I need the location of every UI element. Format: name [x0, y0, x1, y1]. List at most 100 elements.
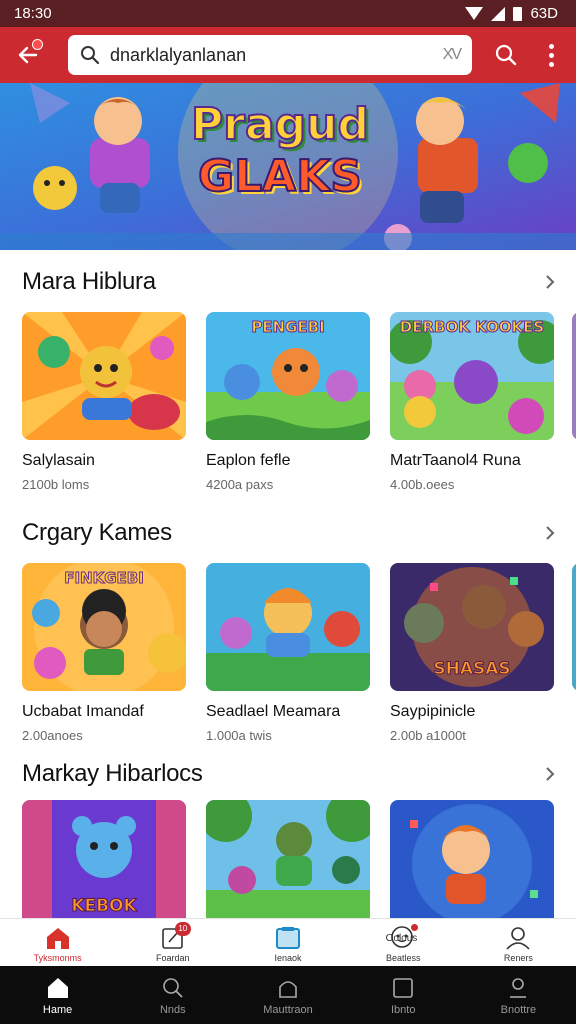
game-section: Mara Hiblura Salylasain 2100b loms PENGE…: [0, 262, 576, 502]
chevron-right-icon[interactable]: [540, 523, 560, 543]
sysnav-person[interactable]: Bnottre: [461, 966, 576, 1024]
game-thumbnail-caption: KEBOK: [71, 896, 137, 917]
nav-label: Tyksmonms: [33, 953, 82, 963]
status-icons: 63D: [465, 5, 558, 22]
game-subtitle: 2.00b a1000t: [390, 728, 466, 743]
section-title: Mara Hiblura: [22, 268, 156, 295]
game-thumbnail[interactable]: KEBOK: [22, 800, 186, 918]
search-icon: [495, 44, 517, 66]
search-button[interactable]: [490, 39, 522, 71]
game-thumbnail[interactable]: PENGEBI: [206, 312, 370, 440]
game-thumbnail-caption: DERBOK KOOKES: [399, 318, 545, 336]
game-carousel[interactable]: FINKGEBI Ucbabat Imandaf 2.00anoes Seadl…: [0, 563, 576, 753]
wifi-icon: [465, 7, 484, 20]
game-section: Markay Hibarlocs KEBOK: [0, 754, 576, 918]
nav-label: Reners: [503, 953, 533, 963]
game-section: Crgary Kames FINKGEBI Ucbabat Imandaf 2.…: [0, 513, 576, 753]
search-bar[interactable]: dnarklalyanlanan XV: [68, 35, 472, 75]
game-subtitle: 2100b loms: [22, 477, 90, 492]
next-card-peek[interactable]: [572, 563, 576, 691]
nav-home[interactable]: Tyksmonms: [0, 919, 115, 966]
person-icon: [505, 976, 531, 1000]
game-title: Saypipinicle: [390, 703, 476, 720]
shape-icon: [275, 976, 301, 1000]
game-title: MatrTaanol4 Runa: [390, 452, 521, 469]
game-carousel[interactable]: Salylasain 2100b loms PENGEBI Eaplon fef…: [0, 312, 576, 502]
tablet-icon: [274, 925, 302, 951]
notification-dot: [32, 39, 43, 50]
home-icon: [44, 925, 72, 951]
search-input[interactable]: dnarklalyanlanan: [110, 45, 443, 66]
game-card[interactable]: KEBOK: [22, 800, 186, 918]
more-options-button[interactable]: [538, 39, 564, 71]
game-card[interactable]: [390, 800, 554, 918]
sysnav-shape[interactable]: Mauttraon: [230, 966, 345, 1024]
game-card[interactable]: Salylasain 2100b loms: [22, 312, 186, 492]
game-thumbnail[interactable]: FINKGEBI: [22, 563, 186, 691]
signal-icon: [491, 6, 506, 21]
game-thumbnail[interactable]: SHASAS: [390, 563, 554, 691]
chevron-right-icon[interactable]: [540, 272, 560, 292]
sysnav-label: Hame: [42, 1004, 73, 1016]
section-header[interactable]: Mara Hiblura: [0, 262, 576, 302]
sysnav-square[interactable]: Ibnto: [346, 966, 461, 1024]
battery-text: 63D: [530, 5, 558, 22]
game-subtitle: 2.00anoes: [22, 728, 83, 743]
chevron-right-icon[interactable]: [540, 764, 560, 784]
section-title: Markay Hibarlocs: [22, 760, 203, 787]
square-icon: [390, 976, 416, 1000]
game-card[interactable]: SHASAS Saypipinicle 2.00b a1000t: [390, 563, 554, 743]
game-thumbnail-caption: SHASAS: [433, 659, 511, 680]
nav-badge: 10: [174, 922, 191, 936]
system-navigation: Hame Nnds Mauttraon Ibnto Bnottre: [0, 966, 576, 1024]
search-icon: [160, 976, 186, 1000]
nav-profile[interactable]: Reners: [461, 919, 576, 966]
game-title: Seadlael Meamara: [206, 703, 341, 720]
game-card[interactable]: DERBOK KOOKES MatrTaanol4 Runa 4.00b.oee…: [390, 312, 554, 492]
nav-label: Beatless: [385, 953, 421, 963]
more-dot-icon: [548, 61, 554, 67]
game-card[interactable]: FINKGEBI Ucbabat Imandaf 2.00anoes: [22, 563, 186, 743]
game-title: Eaplon fefle: [206, 452, 291, 469]
profile-icon: [504, 925, 532, 951]
promo-banner[interactable]: Pragud GLAKS: [0, 83, 576, 250]
banner-title: Pragud GLAKS: [170, 102, 390, 200]
clear-search-button[interactable]: XV: [443, 46, 462, 64]
sysnav-home[interactable]: Hame: [0, 966, 115, 1024]
game-subtitle: 4.00b.oees: [390, 477, 455, 492]
game-thumbnail[interactable]: DERBOK KOOKES: [390, 312, 554, 440]
nav-label: Foardan: [156, 953, 190, 963]
game-title: Salylasain: [22, 452, 95, 469]
sysnav-label: Nnds: [159, 1004, 186, 1016]
game-thumbnail[interactable]: [206, 563, 370, 691]
game-card[interactable]: [206, 800, 370, 918]
next-card-peek[interactable]: [572, 312, 576, 440]
section-header[interactable]: Crgary Kames: [0, 513, 576, 553]
game-thumbnail[interactable]: [22, 312, 186, 440]
nav-chat[interactable]: Beatless Oolous: [346, 919, 461, 966]
section-header[interactable]: Markay Hibarlocs: [0, 754, 576, 794]
game-thumbnail[interactable]: [390, 800, 554, 918]
status-bar: 18:30 63D: [0, 0, 576, 27]
nav-edit[interactable]: 10 Foardan: [115, 919, 230, 966]
game-thumbnail-caption: PENGEBI: [251, 318, 325, 336]
game-thumbnail-caption: FINKGEBI: [64, 569, 145, 587]
search-icon: [81, 46, 100, 65]
game-card[interactable]: PENGEBI Eaplon fefle 4200a paxs: [206, 312, 370, 492]
game-thumbnail[interactable]: [206, 800, 370, 918]
nav-tablet[interactable]: Ienaok: [230, 919, 345, 966]
game-carousel[interactable]: KEBOK: [0, 800, 576, 918]
nav-extra-label: Oolous: [385, 933, 418, 944]
sysnav-label: Bnottre: [500, 1004, 537, 1016]
status-time: 18:30: [14, 5, 52, 22]
more-dot-icon: [548, 43, 554, 49]
nav-label: Ienaok: [274, 953, 302, 963]
sysnav-label: Mauttraon: [263, 1004, 313, 1016]
top-app-bar: dnarklalyanlanan XV: [0, 27, 576, 83]
bottom-navigation: Tyksmonms 10 Foardan Ienaok Beatless Ool…: [0, 918, 576, 966]
more-dot-icon: [548, 52, 554, 58]
sysnav-search[interactable]: Nnds: [115, 966, 230, 1024]
game-card[interactable]: Seadlael Meamara 1.000a twis: [206, 563, 370, 743]
battery-icon: [513, 6, 523, 21]
game-title: Ucbabat Imandaf: [22, 703, 144, 720]
